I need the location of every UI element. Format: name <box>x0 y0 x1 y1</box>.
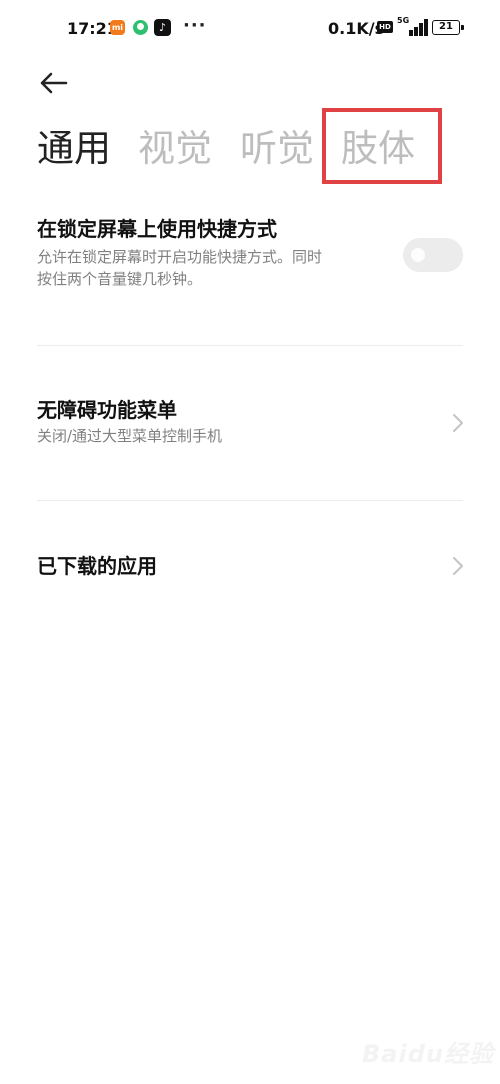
divider <box>37 345 463 346</box>
lock-screen-shortcut-desc-line2: 按住两个音量键几秒钟。 <box>37 270 203 288</box>
network-speed: 0.1K/s <box>328 19 385 38</box>
watermark: Baidu经验 <box>362 1040 494 1068</box>
downloaded-apps-row[interactable]: 已下载的应用 <box>37 551 463 581</box>
lock-screen-shortcut-desc-line1: 允许在锁定屏幕时开启功能快捷方式。同时 <box>37 248 323 266</box>
arrow-left-icon <box>40 72 68 94</box>
accessibility-menu-row[interactable]: 无障碍功能菜单 关闭/通过大型菜单控制手机 <box>37 395 463 447</box>
signal-icon: 5G <box>397 16 429 38</box>
accessibility-menu-title: 无障碍功能菜单 <box>37 398 177 422</box>
network-type: 5G <box>397 16 410 25</box>
tiktok-notification-icon: ♪ <box>154 19 171 36</box>
lock-screen-shortcut-row[interactable]: 在锁定屏幕上使用快捷方式 允许在锁定屏幕时开启功能快捷方式。同时 按住两个音量键… <box>37 214 463 290</box>
lock-screen-shortcut-title: 在锁定屏幕上使用快捷方式 <box>37 217 277 241</box>
hd-voice-icon: HD <box>377 21 393 33</box>
chevron-right-icon <box>453 414 463 432</box>
tab-general[interactable]: 通用 <box>37 124 111 174</box>
downloaded-apps-title: 已下载的应用 <box>37 554 157 578</box>
assistant-notification-icon <box>133 20 148 35</box>
chevron-right-icon <box>453 557 463 575</box>
tab-hearing[interactable]: 听觉 <box>240 124 314 174</box>
status-bar: 17:21 mi ♪ ··· 0.1K/s HD 5G 21 <box>0 0 500 60</box>
back-button[interactable] <box>36 66 72 102</box>
accessibility-menu-desc: 关闭/通过大型菜单控制手机 <box>37 427 223 445</box>
battery-icon: 21 <box>432 20 464 35</box>
lock-screen-shortcut-toggle[interactable] <box>403 238 463 272</box>
tab-vision[interactable]: 视觉 <box>138 124 212 174</box>
tab-highlight-box <box>322 108 442 184</box>
mi-notification-icon: mi <box>110 20 125 35</box>
toggle-knob <box>411 248 425 262</box>
more-notifications-icon: ··· <box>183 15 207 36</box>
divider <box>37 500 463 501</box>
